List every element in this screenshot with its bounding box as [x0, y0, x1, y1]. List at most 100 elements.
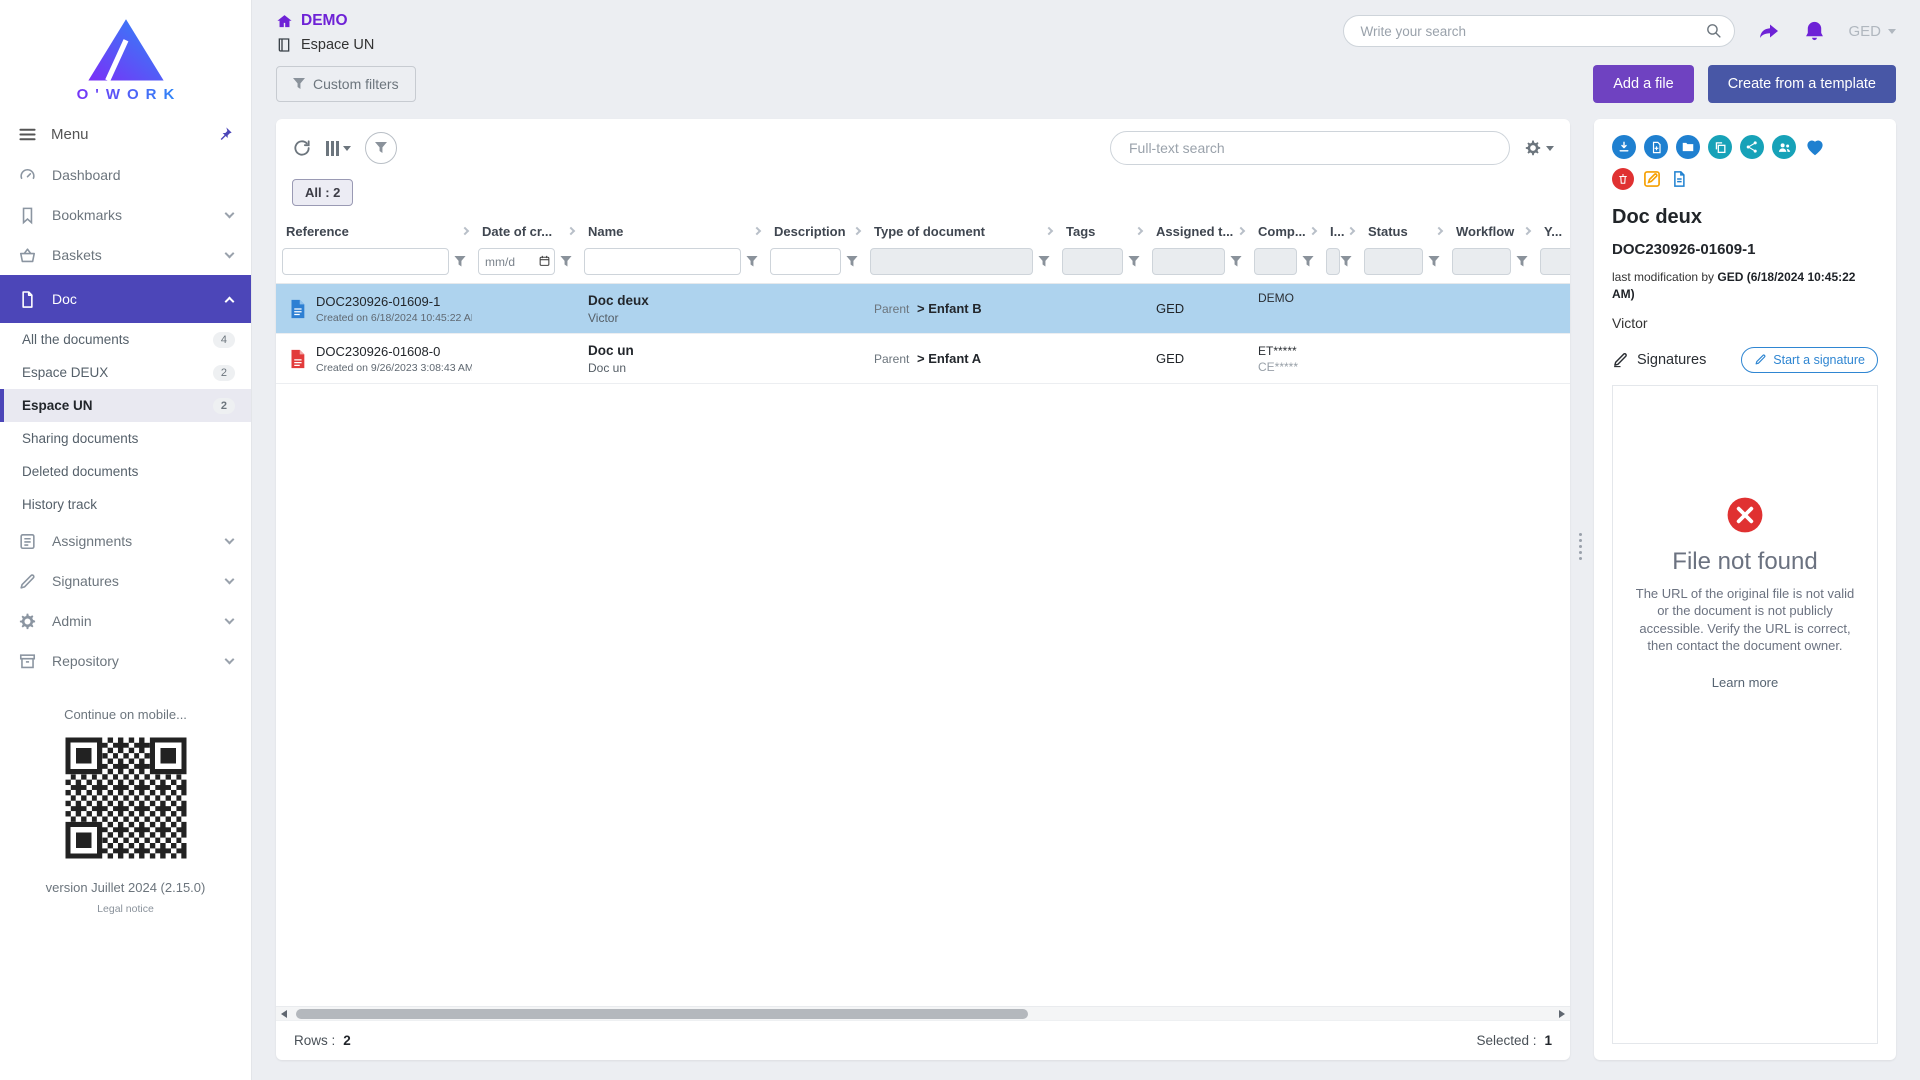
filter-funnel-icon[interactable] [1038, 256, 1050, 268]
column-header-i[interactable]: I... [1320, 216, 1358, 245]
column-header-company[interactable]: Comp... [1248, 216, 1320, 245]
filter-description-input[interactable] [770, 248, 841, 275]
pin-sidebar-icon[interactable] [217, 126, 233, 142]
column-header-assigned[interactable]: Assigned t... [1146, 216, 1248, 245]
sidebar: O'WORK Menu Dashboard Bookmarks [0, 0, 252, 1080]
horizontal-scrollbar[interactable] [276, 1006, 1570, 1020]
hamburger-icon[interactable] [18, 125, 37, 144]
learn-more-link[interactable]: Learn more [1712, 675, 1778, 690]
column-header-reference[interactable]: Reference [276, 216, 472, 245]
error-message: The URL of the original file is not vali… [1635, 585, 1855, 655]
modification-prefix: last modification by [1612, 270, 1714, 284]
table-settings-button[interactable] [1524, 139, 1554, 157]
filter-funnel-icon[interactable] [560, 256, 572, 268]
filter-name-input[interactable] [584, 248, 741, 275]
delete-button[interactable] [1612, 168, 1634, 190]
copy-button[interactable] [1708, 135, 1732, 159]
sidebar-item-label: Dashboard [52, 167, 233, 183]
permissions-users-button[interactable] [1772, 135, 1796, 159]
favorite-heart-button[interactable] [1804, 136, 1826, 158]
bell-icon[interactable] [1803, 20, 1826, 43]
table-row[interactable]: DOC230926-01608-0 Created on 9/26/2023 3… [276, 334, 1570, 384]
new-version-button[interactable] [1644, 135, 1668, 159]
sub-item-label: All the documents [22, 332, 213, 347]
workspace-crumb[interactable]: DEMO [276, 12, 374, 30]
sidebar-item-espace-un[interactable]: Espace UN 2 [0, 389, 251, 422]
sidebar-item-admin[interactable]: Admin [0, 601, 251, 641]
sidebar-item-baskets[interactable]: Baskets [0, 235, 251, 275]
pdf-file-icon [286, 348, 308, 370]
columns-selector-button[interactable] [326, 140, 351, 156]
app-logo[interactable]: O'WORK [0, 0, 251, 113]
document-author: Doc un [588, 361, 756, 375]
space-crumb[interactable]: Espace UN [276, 37, 374, 53]
sub-item-label: History track [22, 497, 235, 512]
user-menu[interactable]: GED [1848, 23, 1896, 40]
result-tabs: All : 2 [276, 173, 1570, 216]
sidebar-item-bookmarks[interactable]: Bookmarks [0, 195, 251, 235]
document-created: Created on 6/18/2024 10:45:22 AM [316, 312, 464, 324]
scrollbar-thumb[interactable] [296, 1009, 1028, 1019]
sidebar-item-assignments[interactable]: Assignments [0, 521, 251, 561]
count-badge: 4 [213, 332, 235, 348]
filter-funnel-icon[interactable] [1340, 256, 1352, 268]
scrollbar-track[interactable] [292, 1007, 1554, 1020]
column-header-y[interactable]: Y... [1534, 216, 1570, 245]
legal-notice-link[interactable]: Legal notice [0, 903, 251, 915]
sub-item-label: Espace UN [22, 398, 213, 413]
share-forward-icon[interactable] [1757, 19, 1781, 43]
scroll-left-arrow[interactable] [276, 1010, 292, 1018]
error-circle-x-icon [1726, 496, 1764, 534]
custom-filters-button[interactable]: Custom filters [276, 66, 416, 102]
filter-workflow-input [1452, 248, 1511, 275]
sidebar-item-espace-deux[interactable]: Espace DEUX 2 [0, 356, 251, 389]
column-header-date[interactable]: Date of cr... [472, 216, 578, 245]
filter-funnel-icon[interactable] [1302, 256, 1314, 268]
column-header-workflow[interactable]: Workflow [1446, 216, 1534, 245]
filter-funnel-icon[interactable] [846, 256, 858, 268]
sidebar-item-dashboard[interactable]: Dashboard [0, 155, 251, 195]
filter-funnel-icon[interactable] [746, 256, 758, 268]
filter-funnel-icon[interactable] [1128, 256, 1140, 268]
search-icon[interactable] [1705, 22, 1722, 44]
tab-all-documents[interactable]: All : 2 [292, 179, 353, 206]
sidebar-item-sharing-documents[interactable]: Sharing documents [0, 422, 251, 455]
sidebar-item-deleted-documents[interactable]: Deleted documents [0, 455, 251, 488]
column-header-description[interactable]: Description [764, 216, 864, 245]
column-header-status[interactable]: Status [1358, 216, 1446, 245]
scroll-right-arrow[interactable] [1554, 1010, 1570, 1018]
sidebar-item-all-documents[interactable]: All the documents 4 [0, 323, 251, 356]
refresh-button[interactable] [292, 138, 312, 158]
filter-funnel-icon[interactable] [1516, 256, 1528, 268]
edit-button[interactable] [1642, 169, 1662, 189]
share-button[interactable] [1740, 135, 1764, 159]
file-details-button[interactable] [1670, 170, 1688, 188]
fulltext-search-input[interactable] [1110, 131, 1510, 165]
chevron-right-icon [1347, 227, 1355, 235]
filter-funnel-icon[interactable] [1230, 256, 1242, 268]
add-file-button[interactable]: Add a file [1593, 65, 1693, 103]
filter-funnel-icon[interactable] [454, 256, 466, 268]
column-header-type[interactable]: Type of document [864, 216, 1056, 245]
sidebar-item-history-track[interactable]: History track [0, 488, 251, 521]
sidebar-item-doc[interactable]: Doc [0, 275, 251, 323]
global-search-input[interactable] [1343, 15, 1735, 47]
doc-type-parent: Parent [874, 302, 909, 316]
start-signature-button[interactable]: Start a signature [1741, 347, 1878, 373]
filter-y-input [1540, 248, 1570, 275]
filter-button[interactable] [365, 132, 397, 164]
column-header-tags[interactable]: Tags [1056, 216, 1146, 245]
document-icon [18, 290, 37, 309]
filter-funnel-icon[interactable] [1428, 256, 1440, 268]
filter-reference-input[interactable] [282, 248, 449, 275]
create-from-template-button[interactable]: Create from a template [1708, 65, 1896, 103]
panel-resize-handle[interactable] [1579, 533, 1582, 560]
sidebar-item-signatures[interactable]: Signatures [0, 561, 251, 601]
calendar-icon[interactable] [538, 254, 551, 272]
download-button[interactable] [1612, 135, 1636, 159]
table-row[interactable]: DOC230926-01609-1 Created on 6/18/2024 1… [276, 284, 1570, 334]
column-header-name[interactable]: Name [578, 216, 764, 245]
open-folder-button[interactable] [1676, 135, 1700, 159]
chevron-right-icon [1435, 227, 1443, 235]
sidebar-item-repository[interactable]: Repository [0, 641, 251, 681]
